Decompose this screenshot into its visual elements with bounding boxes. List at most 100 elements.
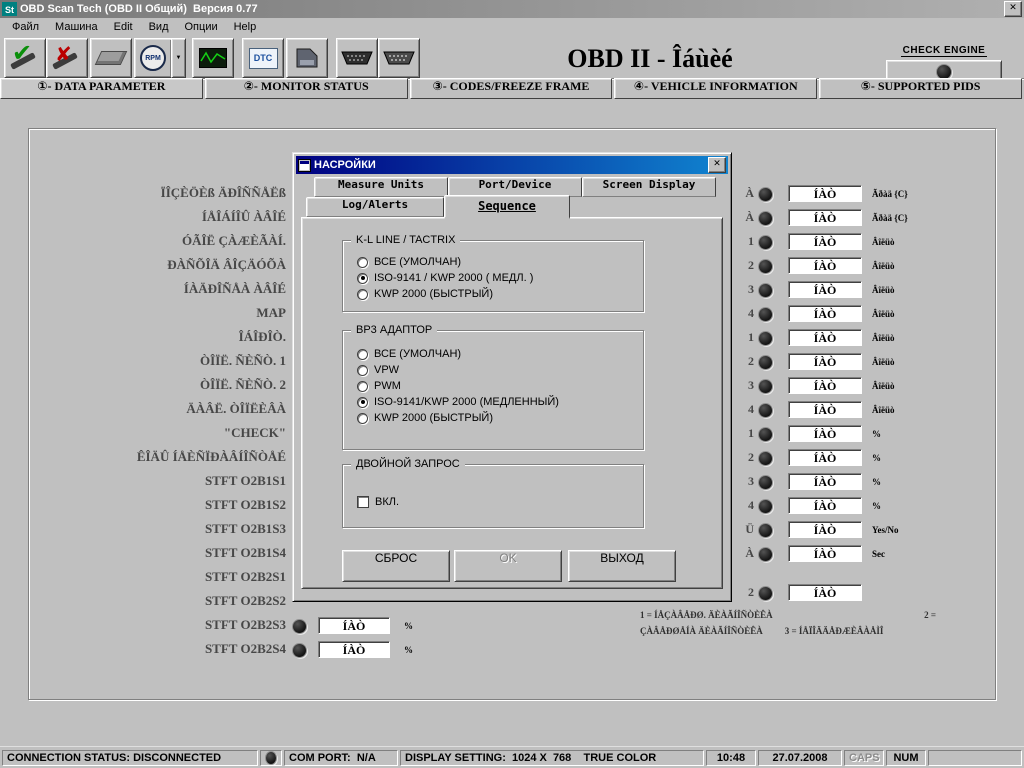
radio-option-row[interactable]: ISO-9141/KWP 2000 (МЕДЛЕННЫЙ) (357, 395, 559, 409)
checkbox-icon[interactable] (357, 496, 369, 508)
radio-option-row[interactable]: VPW (357, 363, 399, 377)
param-label: STFT O2B1S4 (24, 545, 286, 561)
radio-label: ВСЕ (УМОЛЧАН) (374, 348, 461, 360)
main-tab[interactable]: ①- DATA PARAMETER (0, 78, 203, 99)
radio-icon[interactable] (357, 365, 368, 376)
enable-checkbox-row[interactable]: ВКЛ. (357, 495, 399, 509)
dialog-close-icon[interactable]: ✕ (708, 157, 726, 173)
radio-icon[interactable] (357, 273, 368, 284)
radio-option-row[interactable]: ISO-9141 / KWP 2000 ( МЕДЛ. ) (357, 271, 533, 285)
radio-icon[interactable] (357, 257, 368, 268)
main-tab[interactable]: ③- CODES/FREEZE FRAME (410, 78, 613, 99)
param-unit: % (404, 621, 413, 631)
radio-option-row[interactable]: ВСЕ (УМОЛЧАН) (357, 347, 461, 361)
param-label: STFT O2B1S1 (24, 473, 286, 489)
param-led-icon (758, 475, 773, 490)
exit-button[interactable]: ВЫХОД (568, 550, 676, 582)
param-led-icon (758, 235, 773, 250)
param-unit: Yes/No (872, 525, 899, 535)
clear-button[interactable] (90, 38, 132, 78)
radio-option-row[interactable]: PWM (357, 379, 401, 393)
param-unit: % (872, 477, 881, 487)
param-label-fragment: À (740, 186, 754, 201)
reset-button[interactable]: СБРОС (342, 550, 450, 582)
num-indicator: NUM (886, 750, 926, 766)
close-icon[interactable]: ✕ (1004, 1, 1022, 17)
menu-item[interactable]: Вид (141, 20, 177, 34)
dialog-tab[interactable]: Sequence (444, 195, 570, 219)
param-label-fragment: Ü (740, 522, 754, 537)
menu-item[interactable]: Edit (106, 20, 141, 34)
param-row: 2ÍÀÒ% (740, 449, 1024, 467)
param-led-icon (758, 523, 773, 538)
connector2-button[interactable] (378, 38, 420, 78)
dialog-tab[interactable]: Measure Units (314, 177, 448, 197)
dialog-title: НАСРОЙКИ (314, 159, 705, 171)
param-unit: Âîëüò (872, 237, 895, 247)
menu-item[interactable]: Опции (177, 20, 226, 34)
main-tab[interactable]: ④- VEHICLE INFORMATION (614, 78, 817, 99)
menu-item[interactable]: Файл (4, 20, 47, 34)
radio-icon[interactable] (357, 349, 368, 360)
memory-card-icon (295, 48, 319, 68)
rpm-button[interactable]: RPM (134, 38, 172, 78)
param-label-fragment: 4 (740, 498, 754, 513)
param-label: ÎÁÎÐÎÒ. (24, 329, 286, 345)
disconnect-button[interactable]: ✘ (46, 38, 88, 78)
param-led-icon (758, 259, 773, 274)
radio-option-row[interactable]: ВСЕ (УМОЛЧАН) (357, 255, 461, 269)
connect-button[interactable]: ✔ (4, 38, 46, 78)
radio-icon[interactable] (357, 381, 368, 392)
param-row: 3ÍÀÒÂîëüò (740, 377, 1024, 395)
connector1-button[interactable] (336, 38, 378, 78)
obd-connector-icon (340, 49, 374, 67)
ok-button[interactable]: OK (454, 550, 562, 582)
dtc-icon: DTC (249, 48, 278, 69)
radio-icon[interactable] (357, 413, 368, 424)
radio-option-row[interactable]: KWP 2000 (БЫСТРЫЙ) (357, 287, 493, 301)
graph-button[interactable] (192, 38, 234, 78)
right-parameter-column: ÀÍÀÒÃðàä {C}ÀÍÀÒÃðàä {C}1ÍÀÒÂîëüò2ÍÀÒÂîë… (740, 185, 1024, 615)
param-row: STFT O2B2S4ÍÀÒ% (24, 641, 444, 659)
param-value-field: ÍÀÒ (318, 617, 390, 634)
param-label: ÊÎÄÛ ÍÅÈÑÏÐÀÂÍÎÑÒÅÉ (24, 449, 286, 465)
statusbar: CONNECTION STATUS: DISCONNECTED COM PORT… (0, 746, 1024, 768)
main-tab[interactable]: ②- MONITOR STATUS (205, 78, 408, 99)
param-value-field: ÍÀÒ (788, 353, 862, 370)
radio-icon[interactable] (357, 289, 368, 300)
param-label-fragment: 2 (740, 450, 754, 465)
radio-label: ISO-9141 / KWP 2000 ( МЕДЛ. ) (374, 272, 533, 284)
radio-label: PWM (374, 380, 401, 392)
radio-option-row[interactable]: KWP 2000 (БЫСТРЫЙ) (357, 411, 493, 425)
memory-card-button[interactable] (286, 38, 328, 78)
param-row: 3ÍÀÒ% (740, 473, 1024, 491)
radio-label: KWP 2000 (БЫСТРЫЙ) (374, 288, 493, 300)
param-label: MAP (24, 305, 286, 321)
param-led-icon (758, 355, 773, 370)
param-value-field: ÍÀÒ (318, 641, 390, 658)
main-tab[interactable]: ⑤- SUPPORTED PIDS (819, 78, 1022, 99)
radio-label: ВСЕ (УМОЛЧАН) (374, 256, 461, 268)
menu-item[interactable]: Машина (47, 20, 106, 34)
clock: 10:48 (706, 750, 756, 766)
dtc-button[interactable]: DTC (242, 38, 284, 78)
param-label-fragment: 3 (740, 378, 754, 393)
check-engine-indicator: CHECK ENGINE (886, 40, 1002, 83)
chevron-down-icon: ▼ (176, 55, 182, 61)
param-value-field: ÍÀÒ (788, 281, 862, 298)
menu-item[interactable]: Help (226, 20, 265, 34)
connect-check-icon: ✔ (12, 39, 32, 67)
radio-icon[interactable] (357, 397, 368, 408)
param-label: ÍÅÎÁÍÎÛ ÀÂÎÉ (24, 209, 286, 225)
rpm-dropdown-button[interactable]: ▼ (171, 38, 186, 78)
param-value-field: ÍÀÒ (788, 584, 862, 601)
param-label-fragment: 1 (740, 234, 754, 249)
app-mode-title: OBD II - Îáùèé (530, 44, 770, 74)
param-value-field: ÍÀÒ (788, 257, 862, 274)
dialog-tab[interactable]: Log/Alerts (306, 197, 444, 217)
dialog-tab[interactable]: Port/Device (448, 177, 582, 197)
dialog-icon (298, 159, 311, 172)
param-led-icon (758, 187, 773, 202)
dialog-tab[interactable]: Screen Display (582, 177, 716, 197)
param-row: 2ÍÀÒ (740, 584, 1024, 602)
